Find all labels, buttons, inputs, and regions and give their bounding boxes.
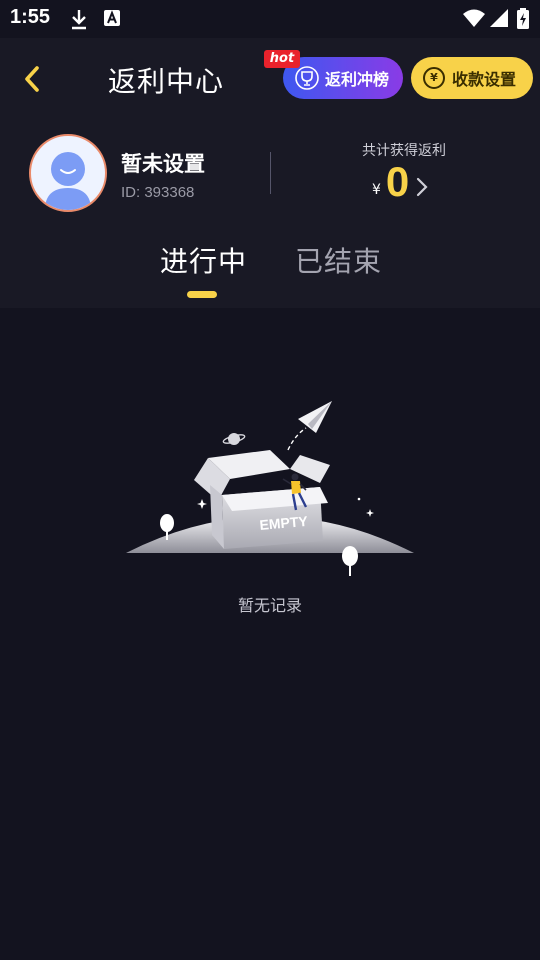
wifi-icon (463, 9, 485, 27)
empty-state-message: 暂无记录 (237, 596, 302, 615)
avatar[interactable] (29, 134, 107, 212)
hot-badge: hot (264, 50, 300, 68)
trophy-icon (295, 66, 319, 90)
header-bar: 返利中心 返利冲榜 hot ¥ 收款设置 (0, 38, 540, 128)
chevron-right-icon (417, 177, 428, 197)
default-avatar-icon (45, 152, 91, 210)
total-rebate-value: 0 (385, 158, 410, 205)
tree-right-icon (342, 546, 358, 576)
back-button[interactable] (18, 62, 48, 96)
a-badge-icon (104, 10, 120, 26)
user-id: ID: 393368 (121, 184, 195, 201)
total-rebate-link[interactable]: ¥ 0 (372, 158, 429, 206)
signal-icon (490, 9, 508, 27)
currency-symbol: ¥ (372, 182, 381, 198)
status-time: 1:55 (10, 6, 51, 28)
username: 暂未设置 (121, 152, 205, 176)
payment-settings-button[interactable]: ¥ 收款设置 (411, 57, 533, 99)
battery-charging-icon (517, 8, 529, 29)
profile-section: 暂未设置 ID: 393368 共计获得返利 ¥ 0 进行中 已结束 (0, 128, 540, 308)
rank-button-label: 返利冲榜 (325, 70, 390, 89)
empty-box-illustration: EMPTY (126, 401, 414, 576)
yen-coin-icon: ¥ (423, 67, 445, 89)
rank-button[interactable]: 返利冲榜 (283, 57, 403, 99)
open-box-icon (194, 450, 330, 549)
download-icon (72, 10, 86, 30)
payment-settings-label: 收款设置 (452, 70, 517, 89)
status-bar: 1:55 (0, 0, 540, 38)
paper-plane-icon (298, 401, 332, 433)
total-rebate-label: 共计获得返利 (362, 143, 446, 159)
tab-in-progress[interactable]: 进行中 (160, 240, 247, 280)
tab-ended[interactable]: 已结束 (295, 240, 382, 280)
app-root: 1:55 返利中心 返利冲榜 hot ¥ 收款设置 暂未设置 ID: 39336… (0, 0, 540, 960)
planet-icon (222, 433, 246, 445)
active-tab-indicator (187, 291, 217, 298)
page-title: 返利中心 (108, 65, 225, 98)
vertical-divider (270, 152, 271, 194)
